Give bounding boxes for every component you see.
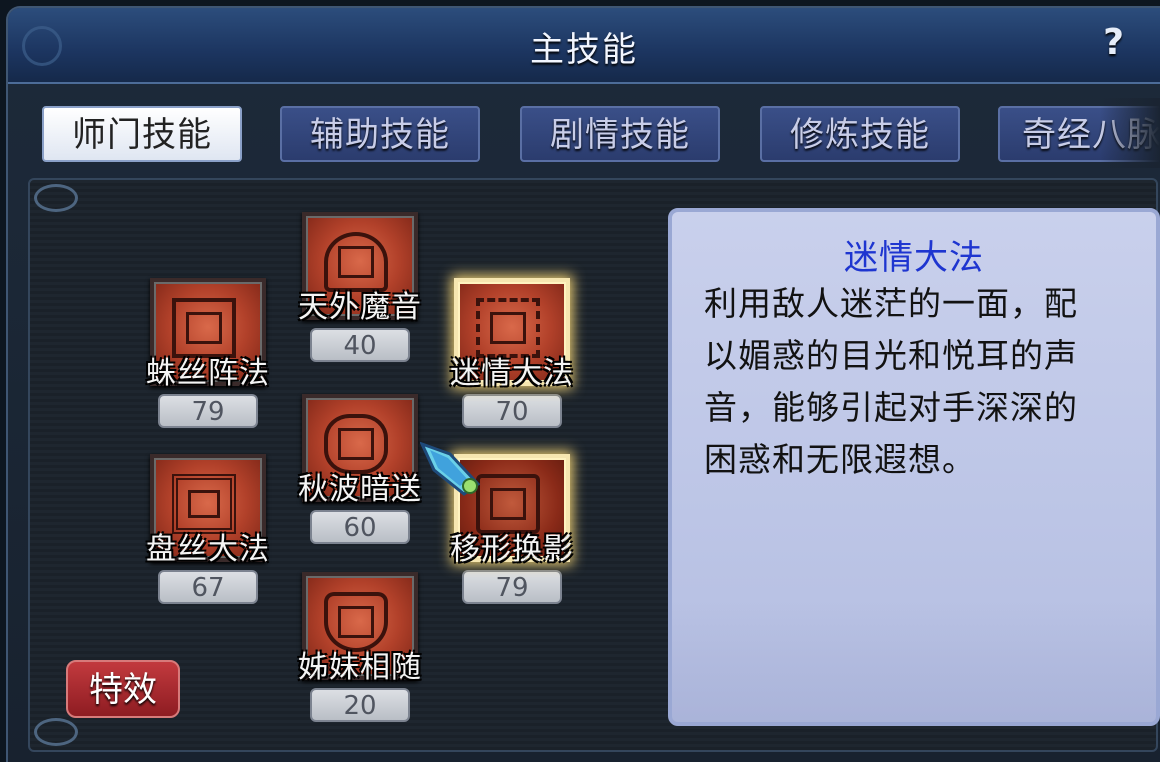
- skill-description-panel: 迷情大法 利用敌人迷茫的一面，配 以媚惑的目光和悦耳的声 音，能够引起对手深深的…: [668, 208, 1160, 726]
- mountain-decoration: [672, 602, 1156, 722]
- tab-story-skills[interactable]: 剧情技能: [520, 106, 720, 162]
- skill-name: 移形换影: [450, 532, 574, 567]
- skill-tianwai-moyin[interactable]: 天外魔音 40: [280, 212, 440, 362]
- help-icon[interactable]: ?: [1103, 22, 1124, 63]
- skill-level: 70: [462, 394, 562, 428]
- description-line: 以媚惑的目光和悦耳的声: [704, 336, 1078, 375]
- skill-level: 60: [310, 510, 410, 544]
- skill-level: 79: [462, 570, 562, 604]
- skill-zimei-xiangsui[interactable]: 姊妹相随 20: [280, 572, 440, 722]
- skill-name: 盘丝大法: [146, 532, 270, 567]
- window-title: 主技能: [530, 30, 638, 70]
- skill-name: 蛛丝阵法: [146, 356, 270, 391]
- description-line: 音，能够引起对手深深的: [704, 388, 1078, 427]
- skill-qiubo-ansong[interactable]: 秋波暗送 60: [280, 394, 440, 544]
- tab-overflow-fade: [1100, 98, 1160, 168]
- skill-level: 67: [158, 570, 258, 604]
- description-line: 困惑和无限遐想。: [704, 440, 976, 479]
- title-bar[interactable]: 主技能 ?: [8, 8, 1160, 84]
- corner-swirl-icon: [34, 718, 78, 746]
- skill-miqing-dafa[interactable]: 迷情大法 70: [432, 278, 592, 428]
- description-title: 迷情大法: [844, 238, 984, 278]
- skill-name: 姊妹相随: [298, 650, 422, 685]
- skill-level: 79: [158, 394, 258, 428]
- description-body: 利用敌人迷茫的一面，配 以媚惑的目光和悦耳的声 音，能够引起对手深深的 困惑和无…: [704, 278, 1130, 486]
- skill-pansi-dafa[interactable]: 盘丝大法 67: [128, 454, 288, 604]
- special-effect-button[interactable]: 特效: [66, 660, 180, 718]
- tab-master-skills[interactable]: 师门技能: [42, 106, 242, 162]
- corner-swirl-icon: [34, 184, 78, 212]
- skill-level: 40: [310, 328, 410, 362]
- skill-name: 天外魔音: [298, 290, 422, 325]
- skill-level: 20: [310, 688, 410, 722]
- game-cursor-icon: [420, 441, 481, 496]
- tab-auxiliary-skills[interactable]: 辅助技能: [280, 106, 480, 162]
- tab-cultivation-skills[interactable]: 修炼技能: [760, 106, 960, 162]
- skill-zhusi-zhenfa[interactable]: 蛛丝阵法 79: [128, 278, 288, 428]
- description-line: 利用敌人迷茫的一面，配: [704, 284, 1078, 323]
- skill-name: 迷情大法: [450, 356, 574, 391]
